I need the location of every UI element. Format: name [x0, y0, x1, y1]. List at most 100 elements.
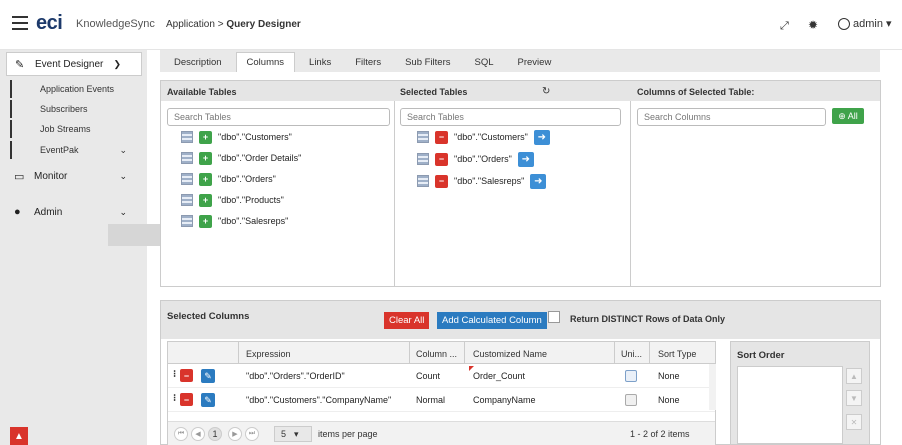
- add-calculated-column-button[interactable]: Add Calculated Column: [437, 312, 547, 329]
- sidebar-item-admin[interactable]: ● Admin ⌄: [0, 200, 147, 224]
- column-header-unique[interactable]: Uni...: [621, 349, 642, 359]
- column-header-sort-type[interactable]: Sort Type: [658, 349, 696, 359]
- sidebar-item-subscribers[interactable]: Subscribers: [10, 100, 147, 118]
- column-header-expression[interactable]: Expression: [246, 349, 291, 359]
- unique-checkbox[interactable]: [625, 394, 637, 406]
- tab-columns[interactable]: Columns: [235, 52, 296, 72]
- gear-icon[interactable]: ✹: [808, 18, 818, 32]
- remove-table-button[interactable]: −: [435, 130, 448, 144]
- add-table-button[interactable]: +: [199, 130, 212, 144]
- next-page-button[interactable]: ▶: [228, 427, 242, 441]
- move-down-button[interactable]: ▼: [846, 390, 862, 406]
- table-row[interactable]: ⁝ − ✎ "dbo"."Customers"."CompanyName" No…: [168, 388, 715, 412]
- sidebar-item-label: EventPak: [40, 145, 79, 155]
- tab-sub-filters[interactable]: Sub Filters: [395, 52, 460, 72]
- sidebar: ✎ Event Designer ❯ Application Events Su…: [0, 50, 147, 445]
- sidebar-item-label: Application Events: [40, 84, 115, 94]
- divider: [630, 101, 631, 287]
- tab-links[interactable]: Links: [299, 52, 341, 72]
- arrow-right-icon[interactable]: ➜: [517, 151, 534, 167]
- prev-page-button[interactable]: ◀: [191, 427, 205, 441]
- hamburger-menu-icon[interactable]: [12, 16, 28, 30]
- unique-checkbox[interactable]: [625, 370, 637, 382]
- divider: [238, 342, 239, 364]
- cell-expression: "dbo"."Customers"."CompanyName": [246, 395, 392, 405]
- table-icon: [181, 152, 193, 164]
- tab-sql[interactable]: SQL: [465, 52, 504, 72]
- sidebar-item-monitor[interactable]: ▭ Monitor ⌄: [0, 164, 147, 188]
- caret-down-icon: ▾: [885, 18, 892, 30]
- selected-columns-panel: Selected Columns Clear All Add Calculate…: [160, 300, 881, 445]
- columns-grid: Expression Column ... Customized Name Un…: [167, 341, 716, 445]
- search-selected-tables-input[interactable]: Search Tables: [400, 108, 621, 126]
- cell-customized-name[interactable]: CompanyName: [473, 395, 536, 405]
- search-columns-input[interactable]: Search Columns: [637, 108, 826, 126]
- remove-column-button[interactable]: −: [180, 369, 193, 382]
- edit-icon[interactable]: ✎: [201, 393, 215, 407]
- edit-icon: ✎: [15, 58, 25, 71]
- add-table-button[interactable]: +: [199, 214, 212, 228]
- tables-header: [161, 81, 880, 101]
- refresh-icon[interactable]: ↻: [542, 86, 550, 97]
- drag-handle-icon[interactable]: ⁝: [173, 393, 176, 404]
- tables-panel: Available Tables ↻ Selected Tables Colum…: [160, 80, 881, 287]
- sidebar-item-eventpak[interactable]: EventPak ⌄: [10, 141, 147, 159]
- grid-header: Expression Column ... Customized Name Un…: [168, 342, 715, 364]
- columns-of-selected-table-title: Columns of Selected Table:: [637, 87, 755, 97]
- chevron-down-icon: ⌄: [119, 144, 127, 155]
- column-header-customized-name[interactable]: Customized Name: [473, 349, 547, 359]
- remove-table-button[interactable]: −: [435, 174, 448, 188]
- remove-table-button[interactable]: −: [435, 152, 448, 166]
- clear-all-button[interactable]: Clear All: [384, 312, 430, 329]
- chevron-down-icon: ⌄: [119, 170, 127, 181]
- cell-sort-type[interactable]: None: [658, 395, 680, 405]
- sidebar-item-job-streams[interactable]: Job Streams: [10, 120, 147, 138]
- column-header-column[interactable]: Column ...: [416, 349, 457, 359]
- sidebar-item-event-designer[interactable]: ✎ Event Designer ❯: [6, 52, 142, 76]
- tab-description[interactable]: Description: [164, 52, 232, 72]
- page-size-select[interactable]: 5 ▾: [274, 426, 312, 442]
- items-per-page-label: items per page: [318, 429, 378, 439]
- user-menu[interactable]: admin ▾: [838, 17, 892, 30]
- add-table-button[interactable]: +: [199, 151, 212, 165]
- drag-handle-icon[interactable]: ⁝: [173, 369, 176, 380]
- move-up-button[interactable]: ▲: [846, 368, 862, 384]
- arrow-right-icon[interactable]: ➜: [530, 173, 547, 189]
- table-row[interactable]: ⁝ − ✎ "dbo"."Orders"."OrderID" Count Ord…: [168, 364, 715, 388]
- remove-sort-button[interactable]: ✕: [846, 414, 862, 430]
- breadcrumb-parent[interactable]: Application >: [166, 19, 226, 30]
- table-name: "dbo"."Order Details": [218, 153, 302, 163]
- table-icon: [181, 173, 193, 185]
- product-name: KnowledgeSync: [76, 18, 155, 30]
- add-table-button[interactable]: +: [199, 172, 212, 186]
- current-page[interactable]: 1: [208, 427, 222, 441]
- user-name: admin: [853, 17, 883, 30]
- sidebar-item-application-events[interactable]: Application Events: [10, 80, 147, 98]
- search-available-tables-input[interactable]: Search Tables: [167, 108, 390, 126]
- cell-customized-name[interactable]: Order_Count: [473, 371, 525, 381]
- first-page-button[interactable]: ⏮: [174, 427, 188, 441]
- expand-icon[interactable]: ⤢: [780, 20, 789, 33]
- arrow-right-icon[interactable]: ➜: [533, 129, 550, 145]
- user-avatar-icon: [838, 17, 850, 30]
- scroll-up-button[interactable]: ▲: [10, 427, 28, 445]
- distinct-checkbox[interactable]: [548, 311, 560, 323]
- tab-filters[interactable]: Filters: [345, 52, 391, 72]
- sidebar-item-label: Event Designer: [35, 58, 104, 70]
- cell-expression: "dbo"."Orders"."OrderID": [246, 371, 345, 381]
- list-item: + "dbo"."Order Details": [181, 149, 301, 167]
- tab-preview[interactable]: Preview: [508, 52, 562, 72]
- sort-order-list[interactable]: [737, 366, 843, 444]
- add-table-button[interactable]: +: [199, 193, 212, 207]
- table-name: "dbo"."Products": [218, 195, 284, 205]
- breadcrumb-current: Query Designer: [226, 19, 301, 30]
- sidebar-item-label: Subscribers: [40, 104, 88, 114]
- last-page-button[interactable]: ⏭: [245, 427, 259, 441]
- remove-column-button[interactable]: −: [180, 393, 193, 406]
- add-all-label: All: [847, 111, 858, 121]
- table-name: "dbo"."Salesreps": [218, 216, 289, 226]
- edit-icon[interactable]: ✎: [201, 369, 215, 383]
- grid-scrollbar[interactable]: [709, 364, 716, 410]
- add-all-button[interactable]: ⊕ All: [832, 108, 864, 124]
- cell-sort-type[interactable]: None: [658, 371, 680, 381]
